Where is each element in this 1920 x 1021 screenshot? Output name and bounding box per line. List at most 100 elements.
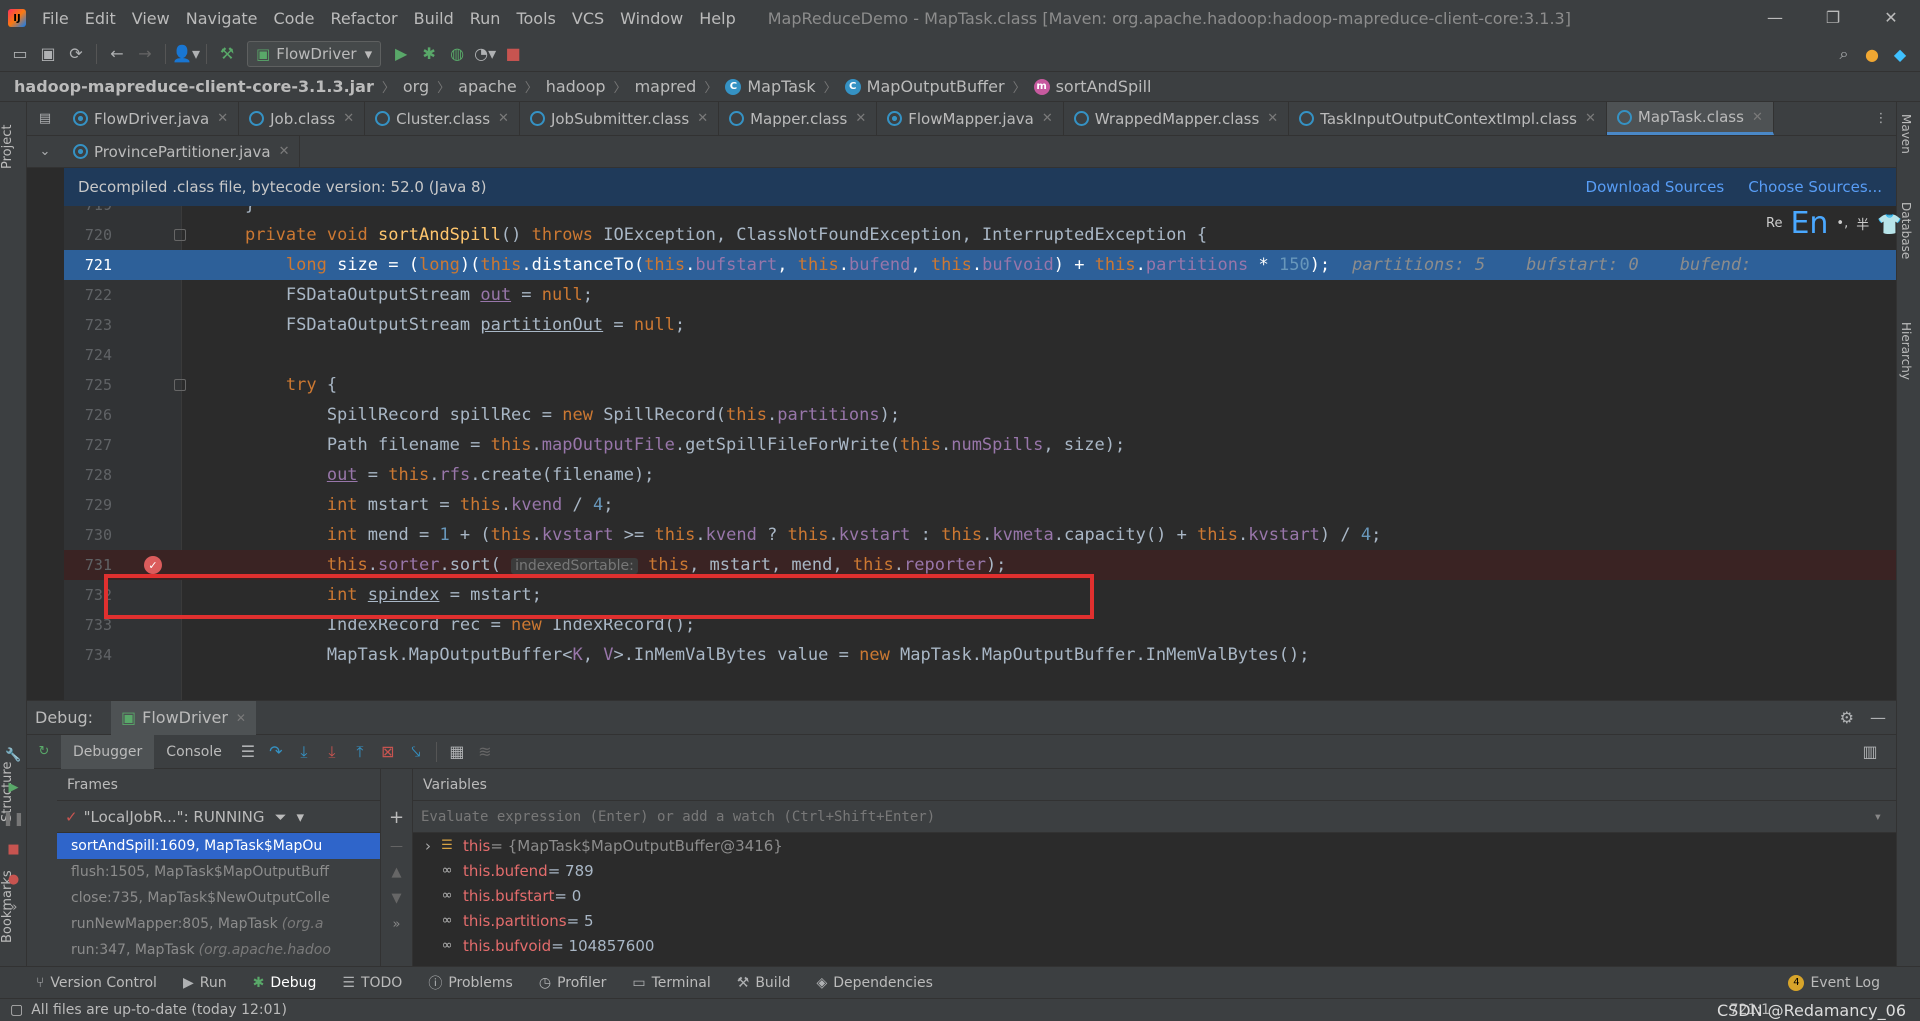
breadcrumb-org[interactable]: org (403, 77, 429, 96)
close-window-button[interactable]: ✕ (1862, 0, 1920, 36)
menu-tools[interactable]: Tools (508, 9, 563, 28)
drop-frame-icon[interactable]: ⊠ (374, 738, 402, 766)
more-icon[interactable]: » (0, 894, 27, 920)
menu-build[interactable]: Build (406, 9, 462, 28)
toolwindow-todo[interactable]: ☰ TODO (342, 975, 402, 991)
evaluate-expression-icon[interactable]: ▦ (443, 738, 471, 766)
stop-icon[interactable]: ■ (0, 834, 27, 864)
menu-refactor[interactable]: Refactor (322, 9, 405, 28)
search-icon[interactable]: ⌕ (1830, 40, 1858, 68)
run-configuration-select[interactable]: ▣ FlowDriver ▾ (247, 40, 382, 67)
trace-icon[interactable]: ≋ (471, 738, 499, 766)
move-up-icon[interactable]: ▲ (381, 859, 412, 885)
coverage-icon[interactable]: ◍ (443, 40, 471, 68)
code-editor[interactable]: 719 } 720 private void sortAndSpill() th… (64, 206, 1896, 700)
more-tabs-icon[interactable]: ⋮ (1866, 102, 1896, 135)
stack-frame[interactable]: flush:1505, MapTask$MapOutputBuff (57, 859, 380, 885)
back-arrow-icon[interactable]: ← (103, 40, 131, 68)
pause-icon[interactable]: ❚❚ (0, 804, 27, 834)
minimize-button[interactable]: — (1746, 0, 1804, 36)
tab-taskinputoutputcontextimpl-class[interactable]: TaskInputOutputContextImpl.class ✕ (1289, 102, 1607, 135)
ime-width[interactable]: 半 (1856, 214, 1869, 233)
hide-panel-icon[interactable]: — (1870, 708, 1886, 727)
menu-window[interactable]: Window (612, 9, 691, 28)
more-icon[interactable]: » (381, 911, 412, 937)
menu-code[interactable]: Code (266, 9, 323, 28)
move-down-icon[interactable]: ▼ (381, 885, 412, 911)
variable-row[interactable]: ∞ this.bufstart = 0 (413, 883, 1896, 908)
menu-run[interactable]: Run (462, 9, 509, 28)
step-over-icon[interactable]: ↷ (262, 738, 290, 766)
settings-gear-icon[interactable]: ⚙ (1840, 708, 1854, 727)
menu-help[interactable]: Help (691, 9, 743, 28)
chevron-down-icon[interactable]: ▾ (1874, 809, 1882, 825)
run-icon[interactable]: ▶ (387, 40, 415, 68)
tab-debugger[interactable]: Debugger (61, 734, 155, 769)
collapse-icon[interactable]: ⌄ (27, 136, 63, 167)
breadcrumb-hadoop[interactable]: hadoop (546, 77, 606, 96)
variable-row[interactable]: ∞ this.partitions = 5 (413, 908, 1896, 933)
shirt-icon[interactable]: 👕 (1877, 212, 1902, 236)
menu-edit[interactable]: Edit (77, 9, 124, 28)
stack-frame[interactable]: runNewMapper:805, MapTask (org.a (57, 911, 380, 937)
breadcrumb-inner-class[interactable]: C MapOutputBuffer (844, 77, 1005, 96)
toolwindow-profiler[interactable]: ◷ Profiler (539, 975, 607, 991)
close-tab-icon[interactable]: ✕ (1752, 110, 1763, 125)
toolwindow-debug[interactable]: ✱ Debug (253, 975, 317, 991)
build-hammer-icon[interactable]: ⚒ (213, 40, 241, 68)
stop-icon[interactable]: ■ (499, 40, 527, 68)
tab-mapper-class[interactable]: Mapper.class ✕ (719, 102, 878, 135)
close-tab-icon[interactable]: ✕ (217, 111, 228, 126)
toolwindow-terminal[interactable]: ▭ Terminal (632, 975, 710, 991)
tab-jobsubmitter-class[interactable]: JobSubmitter.class ✕ (520, 102, 720, 135)
toolbox-icon[interactable]: ◆ (1886, 40, 1914, 68)
breadcrumb-jar[interactable]: hadoop-mapreduce-client-core-3.1.3.jar (14, 77, 374, 96)
event-log-button[interactable]: 4 Event Log (1788, 974, 1880, 991)
layout-settings-icon[interactable]: ▥ (1856, 738, 1884, 766)
run-to-cursor-icon[interactable]: ⤥ (402, 738, 430, 766)
maven-tool-tab[interactable]: Maven (1899, 114, 1913, 154)
chevron-down-icon[interactable]: ▾ (297, 808, 305, 826)
toolwindow-problems[interactable]: ⓘ Problems (428, 973, 513, 993)
close-tab-icon[interactable]: ✕ (1585, 111, 1596, 126)
breakpoint-icon[interactable]: ✓ (144, 556, 162, 574)
menu-navigate[interactable]: Navigate (178, 9, 266, 28)
tab-provincepartitioner-java[interactable]: ProvincePartitioner.java ✕ (63, 136, 301, 167)
variable-row[interactable]: ∞ this.bufend = 789 (413, 858, 1896, 883)
tab-flowmapper-java[interactable]: FlowMapper.java ✕ (877, 102, 1064, 135)
choose-sources-link[interactable]: Choose Sources... (1748, 178, 1882, 196)
ime-language[interactable]: En (1790, 206, 1828, 241)
add-watch-icon[interactable]: + (381, 801, 412, 833)
breadcrumb-mapred[interactable]: mapred (635, 77, 697, 96)
step-into-icon[interactable]: ⤓ (290, 738, 318, 766)
expand-arrow-icon[interactable]: › (425, 837, 431, 855)
tab-console[interactable]: Console (154, 735, 234, 769)
fold-icon[interactable] (174, 379, 186, 391)
remove-watch-icon[interactable]: — (381, 833, 412, 859)
stack-frame[interactable]: sortAndSpill:1609, MapTask$MapOu (57, 833, 380, 859)
tab-job-class[interactable]: Job.class ✕ (239, 102, 366, 135)
variable-row[interactable]: ∞ this.bufvoid = 104857600 (413, 933, 1896, 958)
close-tab-icon[interactable]: ✕ (1042, 111, 1053, 126)
debug-session-tab[interactable]: ▣ FlowDriver ✕ (111, 700, 256, 735)
save-all-icon[interactable]: ▣ (34, 40, 62, 68)
resume-icon[interactable]: ▶ (0, 770, 27, 804)
wrench-icon[interactable]: 🔧 (0, 740, 27, 770)
thread-selector[interactable]: ✓ "LocalJobR...": RUNNING ⏷ ▾ (57, 801, 380, 833)
close-tab-icon[interactable]: ✕ (343, 111, 354, 126)
maximize-button[interactable]: ❐ (1804, 0, 1862, 36)
menu-lines-icon[interactable]: ☰ (234, 738, 262, 766)
close-tab-icon[interactable]: ✕ (855, 111, 866, 126)
step-out-icon[interactable]: ⤒ (346, 738, 374, 766)
toolwindow-run[interactable]: ▶ Run (183, 975, 227, 991)
close-tab-icon[interactable]: ✕ (498, 111, 509, 126)
variable-row[interactable]: › ☰ this = {MapTask$MapOutputBuffer@3416… (413, 833, 1896, 858)
stack-frame[interactable]: run:347, MapTask (org.apache.hadoo (57, 937, 380, 963)
download-sources-link[interactable]: Download Sources (1586, 178, 1725, 196)
tab-flowdriver-java[interactable]: FlowDriver.java ✕ (63, 102, 240, 135)
breadcrumb-apache[interactable]: apache (458, 77, 517, 96)
toolwindow-dependencies[interactable]: ◈ Dependencies (816, 975, 932, 991)
force-step-into-icon[interactable]: ⤓ (318, 738, 346, 766)
filter-icon[interactable]: ⏷ (275, 808, 287, 826)
forward-arrow-icon[interactable]: → (131, 40, 159, 68)
